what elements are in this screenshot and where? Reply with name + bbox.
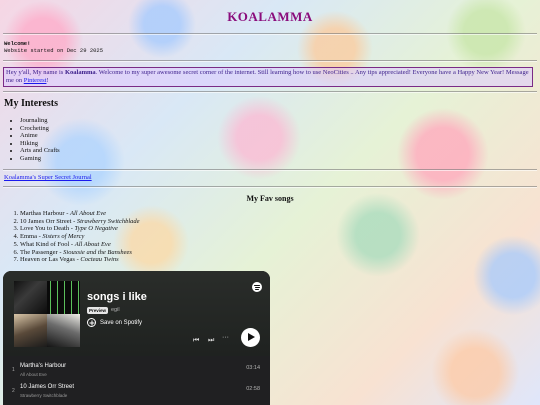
song-item: 10 James Orr Street - Strawberry Switchb…	[20, 218, 140, 226]
save-on-spotify-button[interactable]: Save on Spotify	[87, 318, 142, 327]
site-title: KOALAMMA	[227, 9, 313, 24]
interest-item: Journaling	[20, 117, 60, 125]
track-row[interactable]: 1 Martha's Harbour All About Eve 03:14	[3, 358, 270, 380]
divider	[3, 186, 537, 188]
song-name: The Passenger	[20, 248, 58, 256]
track-number: 1	[12, 367, 15, 373]
song-artist: All About Eve	[74, 240, 111, 248]
interest-item: Crocheting	[20, 125, 60, 133]
song-artist: Type O Negative	[74, 225, 118, 233]
song-artist: Strawberry Switchblade	[76, 217, 140, 225]
cover-tile	[47, 314, 80, 347]
songs-title: My Fav songs	[246, 194, 294, 203]
song-name: What Kind of Fool	[20, 240, 70, 248]
divider	[3, 91, 537, 93]
pinterest-link[interactable]: Pinterest	[24, 77, 47, 84]
interest-item: Hiking	[20, 140, 60, 148]
track-row[interactable]: 2 10 James Orr Street Strawberry Switchb…	[3, 379, 270, 401]
interest-item: Arts and Crafts	[20, 147, 60, 155]
cover-tile	[14, 281, 47, 314]
playlist-title[interactable]: songs i like	[87, 291, 147, 303]
song-name: 10 James Orr Street	[20, 217, 72, 225]
start-date-text: Website started on Dec 29 2025	[4, 47, 104, 54]
interests-list: Journaling Crocheting Anime Hiking Arts …	[11, 117, 60, 162]
track-number: 2	[12, 388, 15, 394]
divider	[3, 169, 537, 171]
divider	[3, 60, 537, 62]
song-name: Emma	[20, 233, 37, 241]
next-icon[interactable]: ⏭	[208, 337, 214, 345]
track-duration: 02:58	[246, 386, 260, 392]
play-button[interactable]	[241, 328, 260, 347]
song-name: Love You to Death	[20, 225, 70, 233]
song-name: Marthas Harbour	[20, 210, 65, 217]
intro-prefix: Hey y'all, My name is	[6, 69, 65, 76]
welcome-text: Welcome!	[4, 40, 31, 47]
save-label: Save on Spotify	[100, 319, 143, 326]
song-artist: Siouxsie and the Banshees	[63, 248, 132, 256]
song-name: Heaven or Las Vegas	[20, 256, 75, 264]
track-name: 10 James Orr Street	[20, 384, 75, 390]
song-item: What Kind of Fool - All About Eve	[20, 241, 140, 249]
interests-title: My Interests	[4, 98, 58, 109]
interest-item: Gaming	[20, 155, 60, 163]
spotify-embed[interactable]: songs i like Preview egil Save on Spotif…	[3, 271, 270, 405]
song-item: The Passenger - Siouxsie and the Banshee…	[20, 249, 140, 257]
track-artist: All About Eve	[20, 372, 47, 377]
song-item: Love You to Death - Type O Negative	[20, 225, 140, 233]
song-artist: Cocteau Twins	[80, 256, 119, 264]
journal-link[interactable]: Koalamma's Super Secret Journal	[4, 174, 92, 181]
intro-name: Koalamma	[64, 69, 96, 76]
cover-tile	[47, 281, 80, 314]
divider	[3, 33, 537, 35]
more-options-icon[interactable]: ···	[222, 334, 229, 341]
playlist-cover[interactable]	[14, 281, 80, 347]
songs-list: Marthas Harbour - All About Eve 10 James…	[11, 210, 140, 264]
track-name: Martha's Harbour	[20, 363, 67, 369]
intro-box: Hey y'all, My name is Koalamma. Welcome …	[3, 67, 533, 87]
cover-tile	[14, 314, 47, 347]
previous-icon[interactable]: ⏮	[193, 337, 199, 345]
intro-suffix: !	[46, 77, 49, 84]
playlist-owner[interactable]: egil	[111, 307, 120, 313]
spotify-logo-icon[interactable]	[252, 282, 262, 292]
song-artist: Sisters of Mercy	[42, 233, 85, 241]
song-item: Heaven or Las Vegas - Cocteau Twins	[20, 256, 140, 264]
song-item: Emma - Sisters of Mercy	[20, 233, 140, 241]
song-artist: All About Eve	[70, 210, 106, 217]
preview-badge: Preview	[87, 307, 109, 314]
song-item: Marthas Harbour - All About Eve	[20, 210, 140, 218]
track-artist: Strawberry Switchblade	[20, 393, 68, 398]
interest-item: Anime	[20, 132, 60, 140]
track-duration: 03:14	[246, 365, 260, 371]
plus-circle-icon	[87, 318, 96, 327]
